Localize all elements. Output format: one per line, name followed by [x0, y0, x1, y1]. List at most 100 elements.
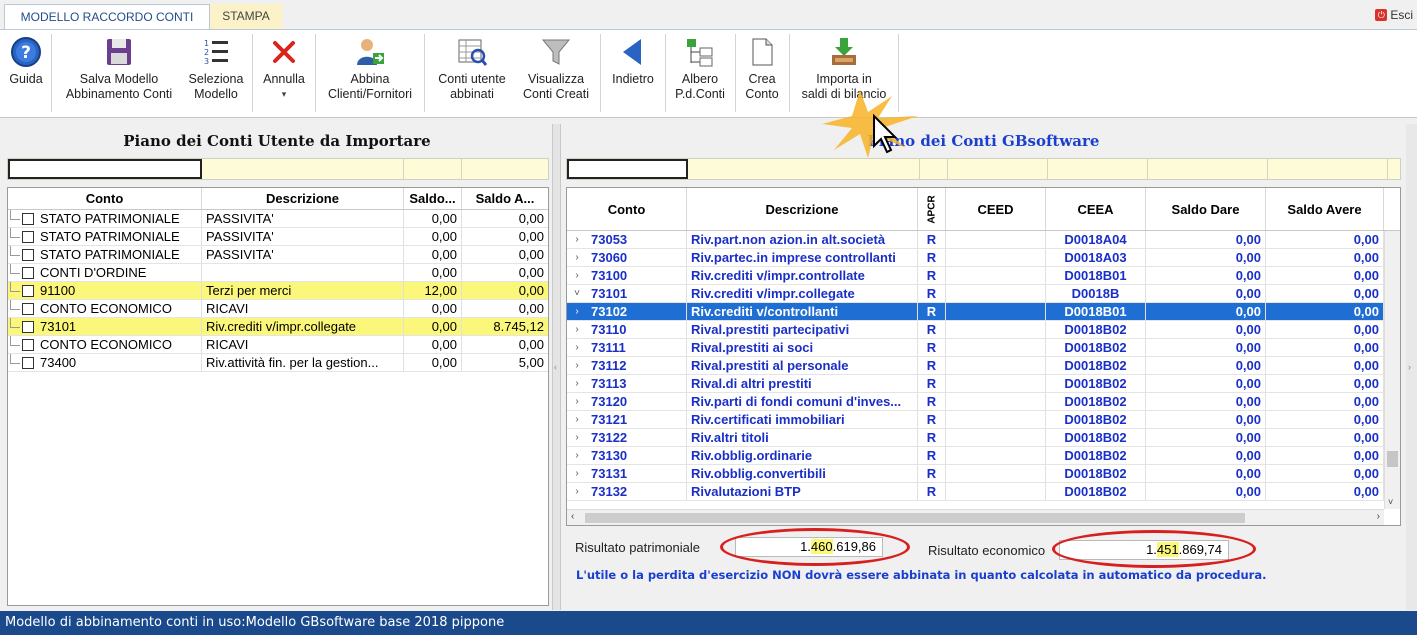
chevron-down-icon[interactable]: ˅	[1388, 497, 1393, 507]
abbina-clienti-button[interactable]: Abbina Clienti/Fornitori	[320, 36, 420, 110]
table-row[interactable]: › 73121 Riv.certificati immobiliari R D0018B…	[567, 411, 1400, 429]
expand-icon[interactable]: ›	[567, 375, 587, 392]
conto-text: 73101	[40, 318, 77, 334]
right-edge-splitter[interactable]: ›	[1406, 124, 1417, 610]
col-r-saldo-avere-header[interactable]: Saldo Avere	[1266, 188, 1384, 230]
col-saldo-dare-header[interactable]: Saldo...	[404, 188, 462, 209]
row-checkbox[interactable]	[22, 266, 34, 279]
chevron-left-icon[interactable]: ‹	[571, 511, 574, 522]
conti-utente-abbinati-button[interactable]: Conti utente abbinati	[430, 36, 514, 110]
expand-icon[interactable]: ›	[567, 339, 587, 356]
table-row[interactable]: › 73130 Riv.obblig.ordinarie R D0018B02 0,00 0…	[567, 447, 1400, 465]
row-checkbox[interactable]	[22, 230, 34, 243]
tab-stampa[interactable]: STAMPA	[210, 4, 282, 30]
table-row[interactable]: › 73131 Riv.obblig.convertibili R D0018B02 0,…	[567, 465, 1400, 483]
ceed-cell	[946, 231, 1046, 248]
row-checkbox[interactable]	[22, 212, 34, 225]
indietro-button[interactable]: Indietro	[604, 36, 662, 110]
visualizza-conti-creati-button[interactable]: Visualizza Conti Creati	[516, 36, 596, 110]
col-descrizione-header[interactable]: Descrizione	[202, 188, 404, 209]
row-checkbox[interactable]	[22, 356, 34, 369]
left-accounts-table: Conto Descrizione Saldo... Saldo A... ST…	[7, 187, 549, 606]
table-row[interactable]: STATO PATRIMONIALE PASSIVITA' 0,00 0,00	[8, 228, 548, 246]
expand-icon[interactable]: ›	[567, 447, 587, 464]
chevron-right-icon[interactable]: ›	[1377, 511, 1380, 522]
expand-icon[interactable]: ›	[567, 231, 587, 248]
table-row[interactable]: 73400 Riv.attività fin. per la gestion...…	[8, 354, 548, 372]
expand-icon[interactable]: ›	[567, 249, 587, 266]
table-row[interactable]: 91100 Terzi per merci 12,00 0,00	[8, 282, 548, 300]
row-checkbox[interactable]	[22, 248, 34, 261]
table-row[interactable]: ˅ 73101 Riv.crediti v/impr.collegate R D0018…	[567, 285, 1400, 303]
table-row[interactable]: › 73122 Riv.altri titoli R D0018B02 0,00 0,00	[567, 429, 1400, 447]
tab-modello-raccordo[interactable]: MODELLO RACCORDO CONTI	[4, 4, 210, 30]
expand-icon[interactable]: ›	[567, 303, 587, 320]
table-row[interactable]: CONTO ECONOMICO RICAVI 0,00 0,00	[8, 336, 548, 354]
table-row[interactable]: STATO PATRIMONIALE PASSIVITA' 0,00 0,00	[8, 210, 548, 228]
table-row[interactable]: CONTI D'ORDINE 0,00 0,00	[8, 264, 548, 282]
col-r-ceea-header[interactable]: CEEA	[1046, 188, 1146, 230]
col-saldo-avere-header[interactable]: Saldo A...	[462, 188, 548, 209]
col-r-apcr-header[interactable]: APCR	[918, 188, 946, 230]
right-vertical-scrollbar[interactable]: ˅	[1384, 231, 1400, 509]
filter-saldo-dare-input[interactable]	[404, 159, 462, 179]
expand-icon[interactable]: ›	[567, 267, 587, 284]
expand-icon[interactable]: ›	[567, 357, 587, 374]
table-row[interactable]: 73101 Riv.crediti v/impr.collegate 0,00 8.7…	[8, 318, 548, 336]
salva-modello-button[interactable]: Salva Modello Abbinamento Conti	[56, 36, 182, 110]
col-conto-header[interactable]: Conto	[8, 188, 202, 209]
filter-r-saldo-avere-input[interactable]	[1268, 159, 1388, 179]
table-row[interactable]: STATO PATRIMONIALE PASSIVITA' 0,00 0,00	[8, 246, 548, 264]
row-checkbox[interactable]	[22, 302, 34, 315]
albero-pdc-button[interactable]: Albero P.d.Conti	[668, 36, 732, 110]
filter-r-conto-input[interactable]	[567, 159, 688, 179]
right-horizontal-scrollbar[interactable]: ‹ ›	[567, 509, 1384, 525]
risultato-patrimoniale-label: Risultato patrimoniale	[575, 540, 701, 555]
row-checkbox[interactable]	[22, 320, 34, 333]
col-r-descrizione-header[interactable]: Descrizione	[687, 188, 918, 230]
panel-splitter[interactable]: ‹	[552, 124, 561, 610]
filter-r-ceed-input[interactable]	[948, 159, 1048, 179]
filter-conto-input[interactable]	[8, 159, 202, 179]
table-row[interactable]: › 73053 Riv.part.non azion.in alt.società R…	[567, 231, 1400, 249]
table-row[interactable]: › 73112 Rival.prestiti al personale R D0018B…	[567, 357, 1400, 375]
left-table-body: STATO PATRIMONIALE PASSIVITA' 0,00 0,00 STAT…	[8, 210, 548, 372]
filter-r-apcr-input[interactable]	[920, 159, 948, 179]
filter-saldo-avere-input[interactable]	[462, 159, 546, 179]
filter-r-descrizione-input[interactable]	[688, 159, 920, 179]
expand-icon[interactable]: ˅	[567, 285, 587, 302]
table-row[interactable]: CONTO ECONOMICO RICAVI 0,00 0,00	[8, 300, 548, 318]
row-checkbox[interactable]	[22, 284, 34, 297]
expand-icon[interactable]: ›	[567, 465, 587, 482]
col-r-conto-header[interactable]: Conto	[567, 188, 687, 230]
expand-icon[interactable]: ›	[567, 429, 587, 446]
table-row[interactable]: › 73120 Riv.parti di fondi comuni d'inves.…	[567, 393, 1400, 411]
col-r-saldo-dare-header[interactable]: Saldo Dare	[1146, 188, 1266, 230]
table-row[interactable]: › 73132 Rivalutazioni BTP R D0018B02 0,00 0,00	[567, 483, 1400, 501]
exit-button[interactable]: ⏻ Esci	[1375, 8, 1413, 22]
filter-descrizione-input[interactable]	[202, 159, 404, 179]
expand-icon[interactable]: ›	[567, 393, 587, 410]
close-icon: ⏻	[1375, 9, 1388, 21]
table-row[interactable]: › 73102 Riv.crediti v/controllanti R D0018B0…	[567, 303, 1400, 321]
expand-icon[interactable]: ›	[567, 321, 587, 338]
filter-r-ceea-input[interactable]	[1048, 159, 1148, 179]
scroll-thumb[interactable]	[1387, 451, 1398, 467]
seleziona-modello-button[interactable]: 123 Seleziona Modello	[184, 36, 248, 110]
crea-conto-button[interactable]: Crea Conto	[738, 36, 786, 110]
expand-icon[interactable]: ›	[567, 411, 587, 428]
table-row[interactable]: › 73110 Rival.prestiti partecipativi R D0018…	[567, 321, 1400, 339]
conto-cell: 73053	[587, 231, 687, 248]
hscroll-thumb[interactable]	[585, 513, 1245, 523]
table-row[interactable]: › 73113 Rival.di altri prestiti R D0018B02 0,…	[567, 375, 1400, 393]
col-r-ceed-header[interactable]: CEED	[946, 188, 1046, 230]
row-checkbox[interactable]	[22, 338, 34, 351]
annulla-button[interactable]: Annulla ▾	[256, 36, 312, 110]
expand-icon[interactable]: ›	[567, 483, 587, 500]
table-row[interactable]: › 73060 Riv.partec.in imprese controllanti…	[567, 249, 1400, 267]
guida-button[interactable]: ? Guida	[4, 36, 48, 110]
table-row[interactable]: › 73111 Rival.prestiti ai soci R D0018B02 0,0…	[567, 339, 1400, 357]
conto-cell: 73131	[587, 465, 687, 482]
filter-r-saldo-dare-input[interactable]	[1148, 159, 1268, 179]
table-row[interactable]: › 73100 Riv.crediti v/impr.controllate R D00…	[567, 267, 1400, 285]
